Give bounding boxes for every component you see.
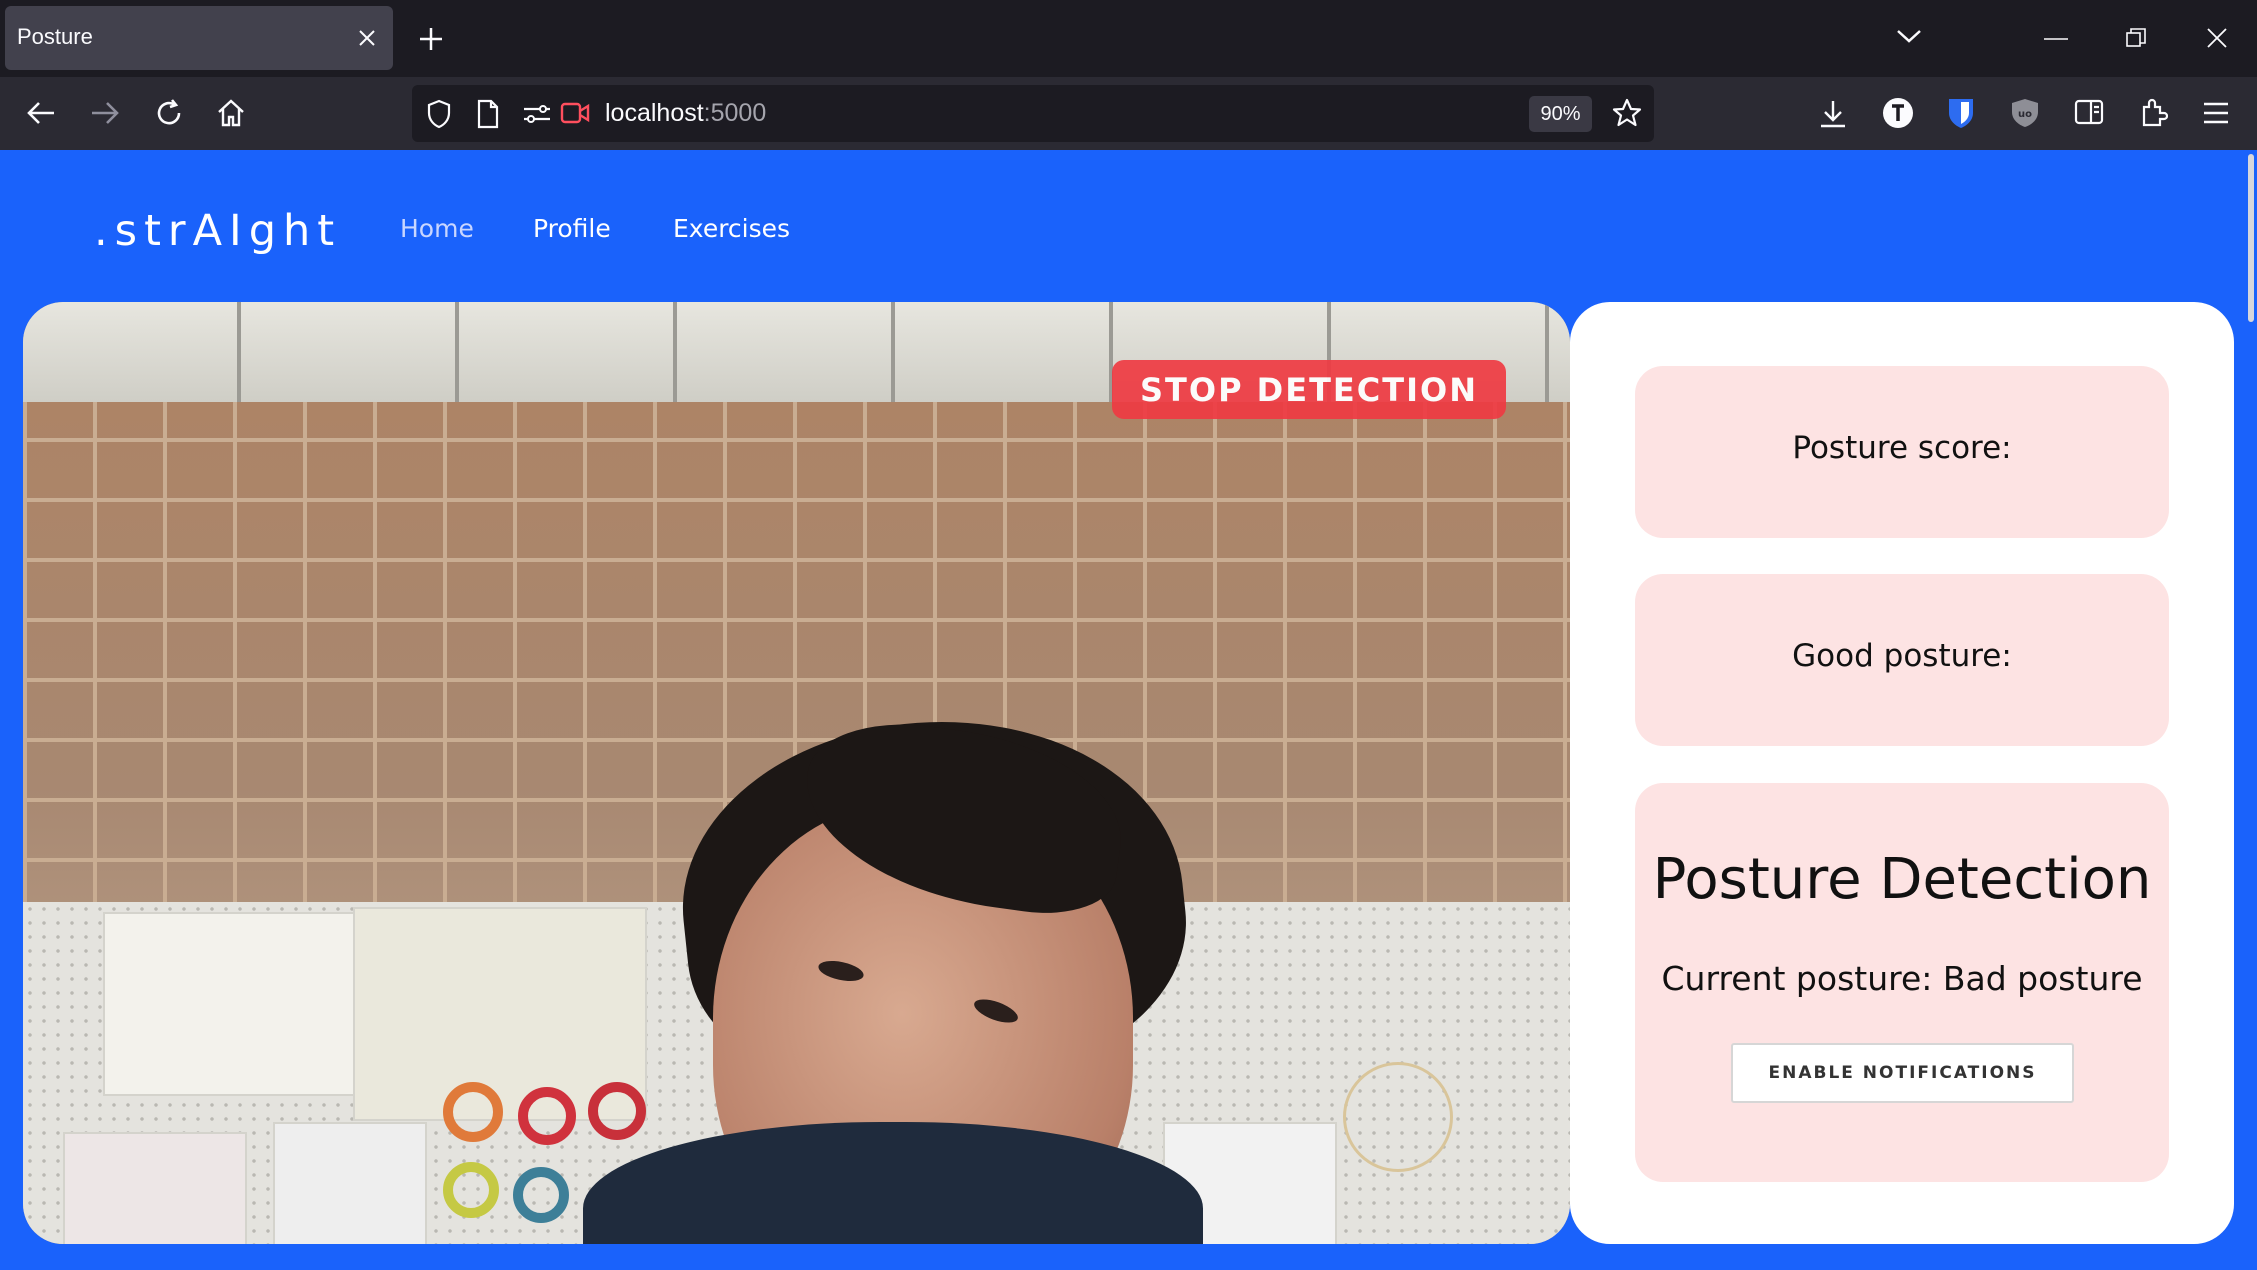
restore-icon[interactable] xyxy=(2125,27,2147,49)
hamburger-menu-icon[interactable] xyxy=(2202,101,2230,125)
forward-arrow-icon[interactable] xyxy=(90,99,120,127)
good-posture-label: Good posture: xyxy=(1792,638,2012,674)
tape-roll xyxy=(443,1082,503,1142)
url-port: :5000 xyxy=(703,99,767,127)
tape-roll xyxy=(513,1167,569,1223)
posture-detection-card: Posture Detection Current posture: Bad p… xyxy=(1635,783,2169,1182)
minimize-icon[interactable] xyxy=(2044,37,2068,41)
zoom-level-badge[interactable]: 90% xyxy=(1529,96,1592,132)
nav-home[interactable]: Home xyxy=(400,214,474,243)
nav-profile[interactable]: Profile xyxy=(533,214,611,243)
page-content: .strAIght Home Profile Exercises STOP DE… xyxy=(0,150,2257,1270)
stats-panel: Posture score: Good posture: Posture Det… xyxy=(1570,302,2234,1244)
star-icon[interactable] xyxy=(1612,98,1642,128)
current-posture-text: Current posture: Bad posture xyxy=(1661,959,2143,998)
scrollbar-thumb[interactable] xyxy=(2248,154,2254,322)
plus-icon[interactable] xyxy=(418,26,444,52)
enable-notifications-button[interactable]: ENABLE NOTIFICATIONS xyxy=(1731,1043,2074,1103)
chevron-down-icon[interactable] xyxy=(1896,28,1922,44)
address-bar[interactable]: localhost:5000 90% xyxy=(412,85,1654,142)
webcam-feed: STOP DETECTION xyxy=(23,302,1570,1244)
extension-t-icon[interactable] xyxy=(1882,97,1914,129)
browser-toolbar: localhost:5000 90% uo xyxy=(0,77,2257,150)
tape-roll xyxy=(588,1082,646,1140)
close-icon[interactable] xyxy=(355,26,379,50)
permissions-icon[interactable] xyxy=(522,102,552,126)
url-host: localhost xyxy=(605,99,704,127)
ublock-icon[interactable]: uo xyxy=(2010,97,2040,129)
tab-title: Posture xyxy=(17,24,93,49)
detection-title: Posture Detection xyxy=(1652,847,2152,912)
posture-score-label: Posture score: xyxy=(1792,430,2012,466)
reload-icon[interactable] xyxy=(154,98,184,128)
shield-extension-icon[interactable] xyxy=(1946,96,1976,130)
page-icon[interactable] xyxy=(476,99,500,129)
shield-icon[interactable] xyxy=(426,99,452,129)
browser-tab-bar: Posture xyxy=(0,0,2257,77)
page-scrollbar[interactable] xyxy=(2247,150,2257,1270)
stop-detection-button[interactable]: STOP DETECTION xyxy=(1112,360,1506,419)
tape-roll xyxy=(443,1162,499,1218)
package-card xyxy=(63,1132,247,1244)
wire-coil xyxy=(1343,1062,1453,1172)
back-arrow-icon[interactable] xyxy=(26,99,56,127)
home-icon[interactable] xyxy=(216,98,246,128)
close-icon[interactable] xyxy=(2205,26,2229,50)
svg-text:uo: uo xyxy=(2018,109,2032,120)
sidebar-icon[interactable] xyxy=(2074,99,2104,125)
package-card xyxy=(273,1122,427,1244)
tape-roll xyxy=(518,1087,576,1145)
site-logo[interactable]: .strAIght xyxy=(94,206,341,256)
download-icon[interactable] xyxy=(1818,99,1848,129)
puzzle-icon[interactable] xyxy=(2138,97,2168,127)
posture-score-card: Posture score: xyxy=(1635,366,2169,538)
browser-tab[interactable]: Posture xyxy=(5,6,393,70)
url-text[interactable]: localhost:5000 xyxy=(605,99,766,128)
good-posture-card: Good posture: xyxy=(1635,574,2169,746)
camera-icon[interactable] xyxy=(560,101,590,125)
nav-exercises[interactable]: Exercises xyxy=(673,214,790,243)
